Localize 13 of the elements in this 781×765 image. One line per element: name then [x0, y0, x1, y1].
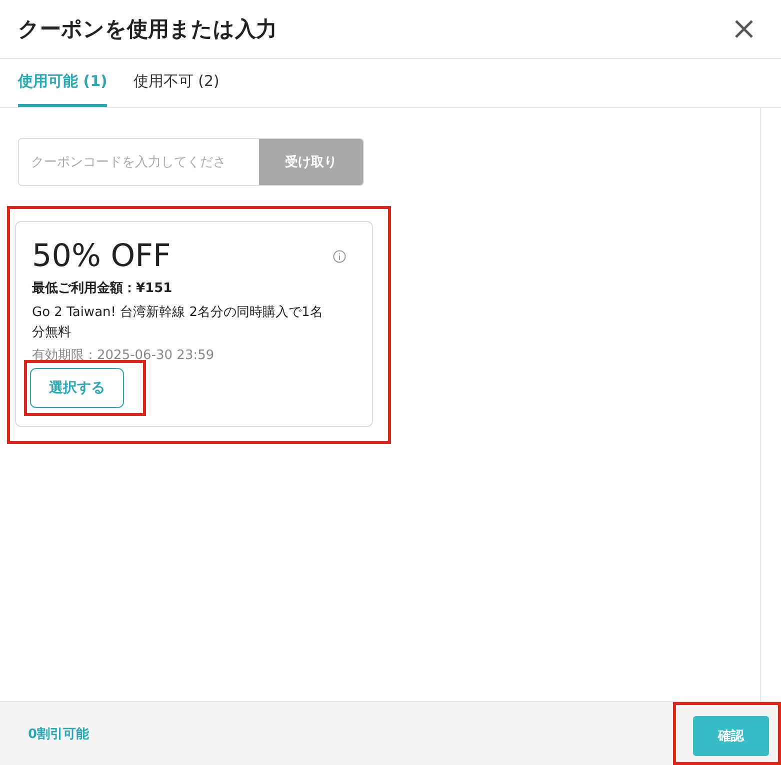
discount-text: 50% OFF [32, 238, 171, 276]
confirm-button[interactable]: 確認 [693, 716, 769, 756]
expiry-date: 有効期限：2025-06-30 23:59 [32, 347, 216, 364]
info-icon[interactable] [333, 250, 346, 263]
close-button[interactable] [733, 18, 755, 40]
close-icon [733, 18, 755, 40]
minimum-amount: 最低ご利用金額：¥151 [32, 280, 174, 298]
dialog-title: クーポンを使用または入力 [18, 16, 277, 43]
select-button[interactable]: 選択する [30, 368, 124, 408]
tab[interactable]: 使用可能 (1) [18, 59, 108, 107]
coupon-description: Go 2 Taiwan! 台湾新幹線 2名分の同時購入で1名分無料 [32, 304, 324, 342]
discount-summary: 0割引可能 [28, 726, 90, 742]
tab[interactable]: 使用不可 (2) [133, 59, 220, 107]
